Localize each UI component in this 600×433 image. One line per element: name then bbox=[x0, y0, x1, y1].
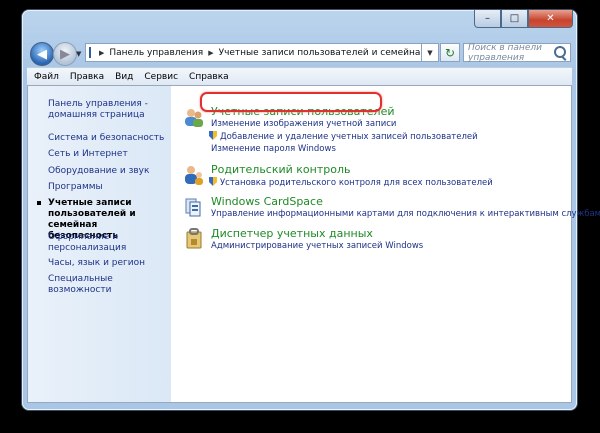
uac-shield-icon bbox=[209, 131, 217, 140]
search-icon bbox=[554, 46, 566, 58]
category-link[interactable]: Изменение пароля Windows bbox=[211, 144, 336, 154]
left-navigation-pane: Панель управления - домашняя страница Си… bbox=[28, 86, 171, 402]
active-bullet-icon bbox=[37, 201, 41, 205]
menu-edit[interactable]: Правка bbox=[70, 72, 104, 82]
link-label: Добавление и удаление учетных записей по… bbox=[220, 132, 478, 142]
highlight-annotation bbox=[200, 92, 382, 112]
back-button[interactable]: ◀ bbox=[30, 42, 54, 66]
category-title[interactable]: Windows CardSpace bbox=[211, 195, 323, 208]
link-label: Установка родительского контроля для все… bbox=[220, 178, 493, 188]
forward-button[interactable]: ▶ bbox=[53, 42, 77, 66]
menu-view[interactable]: Вид bbox=[115, 72, 133, 82]
sidebar-item-hardware-sound[interactable]: Оборудование и звук bbox=[48, 166, 166, 177]
breadcrumb-user-accounts[interactable]: Учетные записи пользователей и семейная … bbox=[219, 48, 421, 58]
menu-file[interactable]: Файл bbox=[34, 72, 59, 82]
uac-shield-icon bbox=[209, 177, 217, 186]
content-area: Панель управления - домашняя страница Си… bbox=[27, 85, 600, 403]
breadcrumb-arrow-icon[interactable]: ▶ bbox=[99, 49, 104, 57]
cardspace-icon bbox=[185, 198, 201, 217]
close-button[interactable]: ✕ bbox=[528, 10, 573, 28]
control-panel-window: – □ ✕ ◀ ▶ ▼ ▶ Панель управления ▶ Учетны… bbox=[22, 10, 600, 410]
sidebar-item-home[interactable]: Панель управления - домашняя страница bbox=[48, 99, 166, 121]
address-dropdown-icon[interactable]: ▼ bbox=[422, 43, 439, 62]
search-input[interactable]: Поиск в панели управления bbox=[463, 43, 571, 63]
category-link[interactable]: Добавление и удаление учетных записей по… bbox=[209, 131, 478, 142]
refresh-button[interactable]: ↻ bbox=[440, 43, 460, 62]
minimize-button[interactable]: – bbox=[474, 10, 501, 28]
menu-tools[interactable]: Сервис bbox=[144, 72, 178, 82]
category-link[interactable]: Администрирование учетных записей Window… bbox=[211, 241, 423, 251]
category-link[interactable]: Изменение изображения учетной записи bbox=[211, 119, 396, 129]
navigation-bar: ◀ ▶ ▼ ▶ Панель управления ▶ Учетные запи… bbox=[28, 40, 571, 68]
menu-help[interactable]: Справка bbox=[189, 72, 229, 82]
parental-control-icon bbox=[185, 166, 203, 185]
caption-buttons: – □ ✕ bbox=[474, 10, 573, 28]
sidebar-item-accessibility[interactable]: Специальные возможности bbox=[48, 274, 166, 296]
address-bar[interactable]: ▶ Панель управления ▶ Учетные записи пол… bbox=[85, 43, 422, 62]
sidebar-item-clock-language[interactable]: Часы, язык и регион bbox=[48, 258, 166, 269]
category-title[interactable]: Диспетчер учетных данных bbox=[211, 227, 373, 240]
maximize-button[interactable]: □ bbox=[501, 10, 528, 28]
sidebar-item-system-security[interactable]: Система и безопасность bbox=[48, 133, 166, 144]
category-link[interactable]: Управление информационными картами для п… bbox=[211, 209, 600, 219]
control-panel-icon bbox=[89, 47, 91, 58]
breadcrumb-control-panel[interactable]: Панель управления bbox=[109, 48, 203, 58]
sidebar-item-programs[interactable]: Программы bbox=[48, 182, 166, 193]
credential-manager-icon bbox=[186, 228, 202, 249]
sidebar-item-appearance[interactable]: Оформление и персонализация bbox=[48, 232, 166, 254]
breadcrumb-arrow-icon[interactable]: ▶ bbox=[208, 49, 213, 57]
sidebar-item-network[interactable]: Сеть и Интернет bbox=[48, 149, 166, 160]
recent-pages-dropdown-icon[interactable]: ▼ bbox=[76, 50, 81, 58]
category-link[interactable]: Установка родительского контроля для все… bbox=[209, 177, 493, 188]
category-title[interactable]: Родительский контроль bbox=[211, 163, 351, 176]
menu-bar: Файл Правка Вид Сервис Справка bbox=[27, 67, 572, 85]
